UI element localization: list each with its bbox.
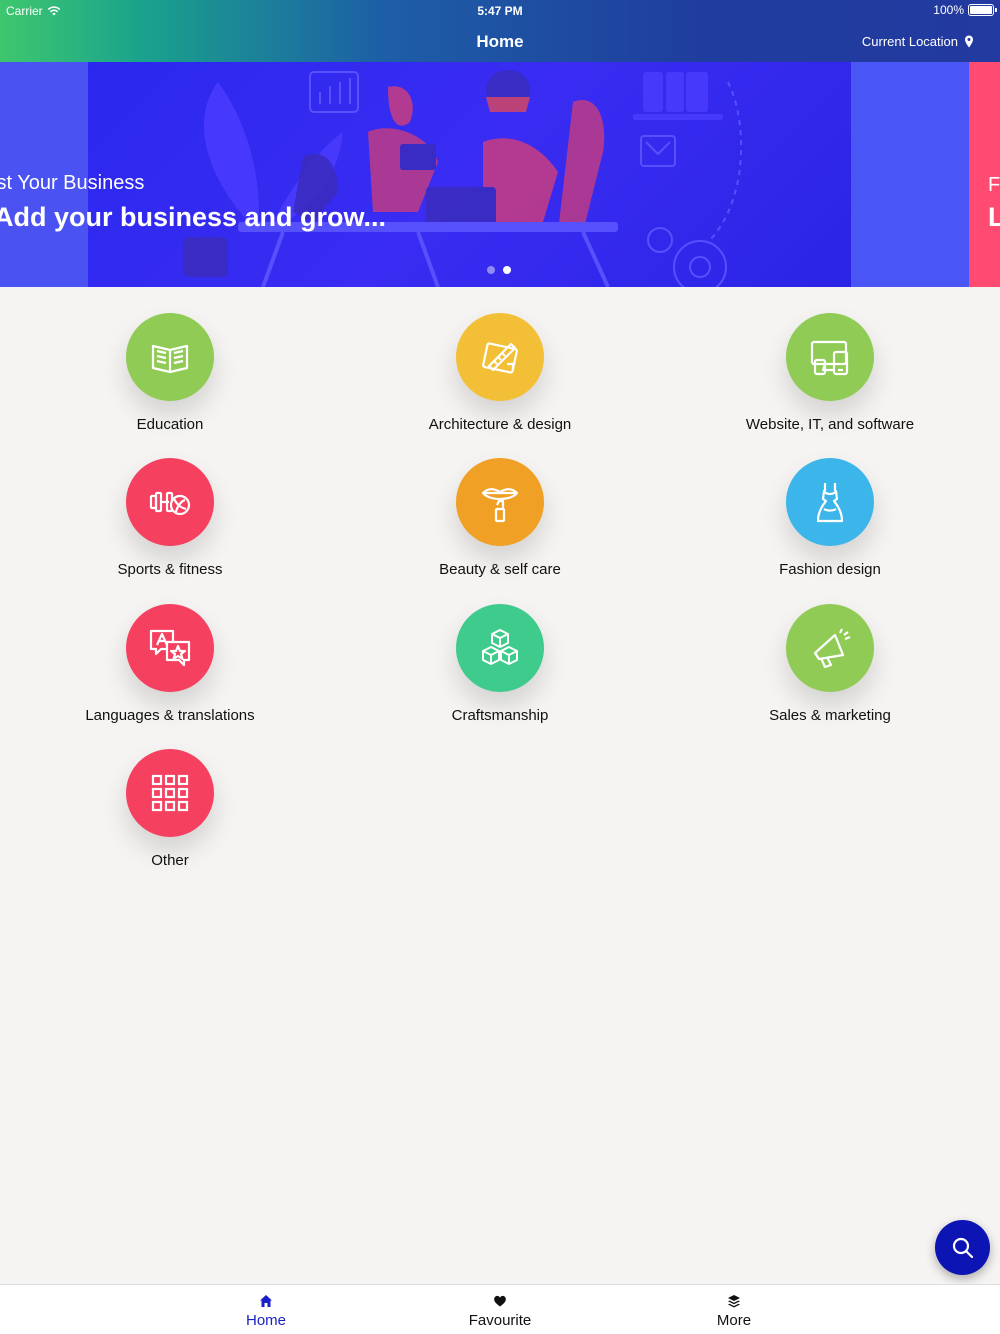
category-circle[interactable] [456,458,544,546]
battery-percent: 100% [933,3,964,17]
battery-icon [968,4,997,16]
category-circle[interactable] [126,313,214,401]
banner-slide-edge [851,62,969,287]
next-slide-headline: L [988,202,1000,232]
category-circle[interactable] [126,458,214,546]
status-bar: Carrier 5:47 PM 100% [0,0,1000,20]
category-beauty[interactable]: Beauty & self care [335,458,665,578]
category-circle[interactable] [786,458,874,546]
translate-icon [149,629,191,667]
category-label: Fashion design [779,561,881,578]
battery-info: 100% [933,3,997,17]
banner-next-slide[interactable]: F L [969,62,1000,287]
category-label: Education [136,416,204,433]
book-icon [151,344,189,374]
megaphone-icon [813,628,851,669]
banner-carousel[interactable]: F L ist Your Business Add your business … [0,62,1000,287]
category-other[interactable]: Other [5,749,335,869]
category-craftsmanship[interactable]: Craftsmanship [335,604,665,724]
category-languages[interactable]: Languages & translations [5,604,335,724]
category-label: Sales & marketing [769,707,891,724]
tab-label: Home [245,1312,286,1329]
top-bar: Carrier 5:47 PM 100% Home Current Locati… [0,0,1000,62]
drafting-icon [482,342,518,374]
devices-icon [810,340,849,376]
carousel-page-indicator[interactable] [487,266,511,274]
category-label: Architecture & design [428,416,572,433]
heart-icon [494,1295,506,1307]
layers-icon [728,1295,740,1308]
location-pin-icon [965,35,973,48]
bottom-tab-bar: Home Favourite More [0,1284,1000,1334]
page-title: Home [476,32,524,51]
tab-favourite[interactable]: Favourite [420,1285,580,1334]
banner-headline: Add your business and grow... [0,202,387,232]
tab-home[interactable]: Home [186,1285,346,1334]
lipstick-icon [481,488,519,523]
current-location-label: Current Location [861,34,958,49]
tab-more[interactable]: More [654,1285,814,1334]
cubes-icon [482,629,518,665]
banner-subtitle: ist Your Business [0,172,145,194]
category-label: Craftsmanship [451,707,549,724]
category-label: Other [151,852,189,869]
status-time: 5:47 PM [477,4,523,18]
category-architecture[interactable]: Architecture & design [335,313,665,433]
category-sports[interactable]: Sports & fitness [5,458,335,578]
category-circle[interactable] [456,313,544,401]
category-label: Languages & translations [85,707,255,724]
tab-label: Favourite [468,1312,532,1329]
search-icon [952,1237,973,1258]
search-button[interactable] [935,1220,990,1275]
category-label: Website, IT, and software [745,416,915,433]
category-label: Beauty & self care [439,561,561,578]
current-location-button[interactable]: Current Location [862,34,974,49]
tab-label: More [716,1312,752,1329]
home-icon [260,1295,272,1307]
dumbbell-icon [149,491,191,516]
category-sales[interactable]: Sales & marketing [665,604,995,724]
next-slide-subtitle: F [988,174,1000,196]
category-label: Sports & fitness [117,561,223,578]
category-circle[interactable] [786,313,874,401]
category-fashion[interactable]: Fashion design [665,458,995,578]
grid-icon [151,774,189,812]
category-education[interactable]: Education [5,313,335,433]
category-circle[interactable] [456,604,544,692]
category-website-it[interactable]: Website, IT, and software [665,313,995,433]
dress-icon [816,483,844,523]
category-circle[interactable] [786,604,874,692]
category-circle[interactable] [126,749,214,837]
category-circle[interactable] [126,604,214,692]
business-illustration [183,70,743,287]
page-dot[interactable] [487,266,495,274]
page-dot-active[interactable] [503,266,511,274]
